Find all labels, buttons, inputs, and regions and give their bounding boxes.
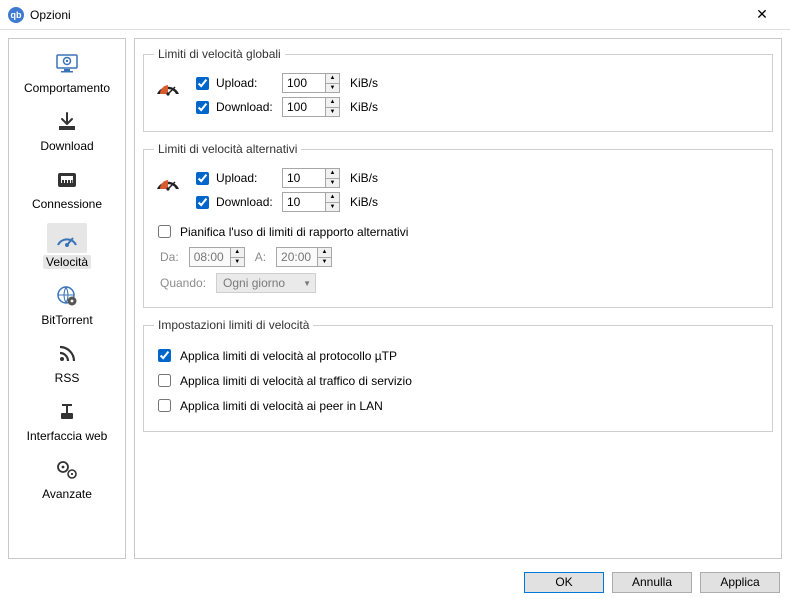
global-download-input[interactable]	[283, 98, 325, 116]
rss-icon	[47, 339, 87, 369]
spin-down-icon[interactable]: ▼	[326, 203, 339, 212]
content-panel: Limiti di velocità globali Upload: ▲▼ Ki…	[134, 38, 782, 559]
global-upload-input[interactable]	[283, 74, 325, 92]
server-icon	[47, 397, 87, 427]
alt-upload-input[interactable]	[283, 169, 325, 187]
monitor-gear-icon	[47, 49, 87, 79]
ethernet-icon	[47, 165, 87, 195]
sidebar-item-label: Connessione	[29, 197, 105, 211]
global-upload-checkbox-label[interactable]: Upload:	[192, 74, 276, 93]
global-upload-spinner[interactable]: ▲▼	[282, 73, 340, 93]
alt-download-label: Download:	[216, 195, 273, 209]
download-icon	[47, 107, 87, 137]
rate-limit-settings-group: Impostazioni limiti di velocità Applica …	[143, 318, 773, 432]
spin-down-icon[interactable]: ▼	[326, 84, 339, 93]
to-label: A:	[255, 250, 266, 264]
alt-download-checkbox[interactable]	[196, 196, 209, 209]
cancel-button[interactable]: Annulla	[612, 572, 692, 593]
unit-label: KiB/s	[350, 100, 378, 114]
global-upload-checkbox[interactable]	[196, 77, 209, 90]
overhead-checkbox[interactable]	[158, 374, 171, 387]
close-button[interactable]: ✕	[742, 1, 782, 29]
spin-up-icon[interactable]: ▲	[326, 74, 339, 84]
overhead-label: Applica limiti di velocità al traffico d…	[180, 374, 412, 388]
globe-gear-icon	[47, 281, 87, 311]
to-time-spinner[interactable]: ▲▼	[276, 247, 332, 267]
window-title: Opzioni	[30, 8, 742, 22]
spin-up-icon[interactable]: ▲	[231, 248, 244, 258]
unit-label: KiB/s	[350, 195, 378, 209]
sidebar-item-speed[interactable]: Velocità	[9, 219, 125, 277]
sidebar-item-label: Interfaccia web	[24, 429, 111, 443]
from-label: Da:	[160, 250, 179, 264]
sidebar-item-webui[interactable]: Interfaccia web	[9, 393, 125, 451]
unit-label: KiB/s	[350, 76, 378, 90]
utp-label: Applica limiti di velocità al protocollo…	[180, 349, 397, 363]
gauge-icon	[154, 75, 182, 97]
global-limits-legend: Limiti di velocità globali	[154, 47, 285, 61]
global-download-checkbox-label[interactable]: Download:	[192, 98, 276, 117]
utp-checkbox[interactable]	[158, 349, 171, 362]
sidebar: Comportamento Download Connessione Veloc…	[8, 38, 126, 559]
spin-up-icon[interactable]: ▲	[326, 193, 339, 203]
sidebar-item-download[interactable]: Download	[9, 103, 125, 161]
global-download-checkbox[interactable]	[196, 101, 209, 114]
spin-up-icon[interactable]: ▲	[326, 169, 339, 179]
global-download-spinner[interactable]: ▲▼	[282, 97, 340, 117]
spin-down-icon[interactable]: ▼	[326, 179, 339, 188]
sidebar-item-behaviour[interactable]: Comportamento	[9, 45, 125, 103]
dialog-footer: OK Annulla Applica	[0, 567, 790, 597]
alt-upload-spinner[interactable]: ▲▼	[282, 168, 340, 188]
sidebar-item-connection[interactable]: Connessione	[9, 161, 125, 219]
global-download-label: Download:	[216, 100, 273, 114]
when-value: Ogni giorno	[223, 276, 285, 290]
speedometer-icon	[47, 223, 87, 253]
spin-up-icon[interactable]: ▲	[318, 248, 331, 258]
spin-down-icon[interactable]: ▼	[231, 258, 244, 267]
global-upload-label: Upload:	[216, 76, 257, 90]
sidebar-item-label: RSS	[52, 371, 83, 385]
alt-upload-label: Upload:	[216, 171, 257, 185]
ok-button[interactable]: OK	[524, 572, 604, 593]
sidebar-item-bittorrent[interactable]: BitTorrent	[9, 277, 125, 335]
rate-limit-settings-legend: Impostazioni limiti di velocità	[154, 318, 313, 332]
gears-icon	[47, 455, 87, 485]
unit-label: KiB/s	[350, 171, 378, 185]
schedule-checkbox[interactable]	[158, 225, 171, 238]
chevron-down-icon: ▼	[303, 279, 311, 288]
sidebar-item-rss[interactable]: RSS	[9, 335, 125, 393]
from-time-spinner[interactable]: ▲▼	[189, 247, 245, 267]
when-label: Quando:	[160, 276, 206, 290]
lan-checkbox[interactable]	[158, 399, 171, 412]
alternative-limits-legend: Limiti di velocità alternativi	[154, 142, 301, 156]
spin-down-icon[interactable]: ▼	[318, 258, 331, 267]
alt-download-checkbox-label[interactable]: Download:	[192, 193, 276, 212]
sidebar-item-label: Avanzate	[39, 487, 95, 501]
lan-label: Applica limiti di velocità ai peer in LA…	[180, 399, 383, 413]
schedule-label: Pianifica l'uso di limiti di rapporto al…	[180, 225, 408, 239]
from-time-input[interactable]	[190, 248, 230, 266]
alternative-limits-group: Limiti di velocità alternativi Upload: ▲…	[143, 142, 773, 308]
sidebar-item-label: Velocità	[43, 255, 91, 269]
alt-upload-checkbox[interactable]	[196, 172, 209, 185]
apply-button[interactable]: Applica	[700, 572, 780, 593]
sidebar-item-label: Download	[37, 139, 96, 153]
spin-up-icon[interactable]: ▲	[326, 98, 339, 108]
sidebar-item-advanced[interactable]: Avanzate	[9, 451, 125, 509]
sidebar-item-label: Comportamento	[21, 81, 113, 95]
alt-download-input[interactable]	[283, 193, 325, 211]
global-limits-group: Limiti di velocità globali Upload: ▲▼ Ki…	[143, 47, 773, 132]
close-icon: ✕	[756, 6, 768, 23]
when-select[interactable]: Ogni giorno ▼	[216, 273, 316, 293]
spin-down-icon[interactable]: ▼	[326, 108, 339, 117]
to-time-input[interactable]	[277, 248, 317, 266]
sidebar-item-label: BitTorrent	[38, 313, 95, 327]
titlebar: qb Opzioni ✕	[0, 0, 790, 30]
alt-upload-checkbox-label[interactable]: Upload:	[192, 169, 276, 188]
alt-download-spinner[interactable]: ▲▼	[282, 192, 340, 212]
app-icon: qb	[8, 7, 24, 23]
gauge-icon	[154, 170, 182, 192]
